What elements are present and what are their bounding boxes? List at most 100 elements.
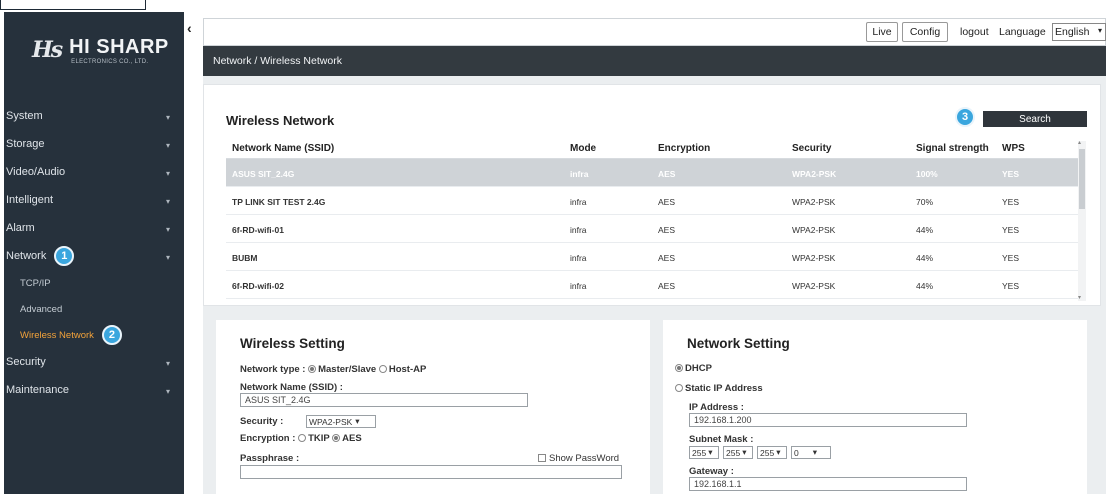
breadcrumb: Network / Wireless Network <box>203 46 1106 76</box>
sidebar-nav: System ▾ Storage ▾ Video/Audio ▾ Intelligen… <box>4 102 184 404</box>
dhcp-radio[interactable] <box>675 364 683 372</box>
table-row[interactable]: 6f-RD-wifi-02 infra AES WPA2-PSK 44% YES <box>226 271 1082 299</box>
security-select[interactable]: WPA2-PSK ▾ <box>306 415 376 428</box>
sidebar-collapse-icon[interactable]: ‹ <box>187 20 192 36</box>
column-header-encryption[interactable]: Encryption <box>658 143 710 154</box>
chevron-down-icon: ▾ <box>1097 26 1102 35</box>
sidebar-subitem-label: TCP/IP <box>20 277 51 289</box>
column-header-signal[interactable]: Signal strength <box>916 143 989 154</box>
language-label: Language <box>999 26 1046 38</box>
sidebar-subitem-label: Advanced <box>20 303 63 315</box>
column-header-mode[interactable]: Mode <box>570 143 596 154</box>
brand-logo: Hs HI SHARP ELECTRONICS CO., LTD. <box>4 12 184 88</box>
subnet-octet-2-select[interactable]: 255 ▾ <box>723 446 753 459</box>
config-button[interactable]: Config <box>902 22 948 42</box>
cell-ssid: 6f-RD-wifi-02 <box>232 281 284 291</box>
cell-mode: infra <box>570 197 587 207</box>
table-row[interactable]: 6f-RD-wifi-01 infra AES WPA2-PSK 44% YES <box>226 215 1082 243</box>
static-ip-radio[interactable] <box>675 384 683 392</box>
network-setting-panel: Network Setting DHCP Static IP Address I… <box>663 320 1087 494</box>
top-bar: Live Config logout Language English ▾ <box>203 18 1106 46</box>
step-badge-3: 3 <box>955 107 975 127</box>
cell-ssid: 6f-RD-wifi-01 <box>232 225 284 235</box>
panel-title: Network Setting <box>687 336 790 351</box>
cell-encryption: AES <box>658 169 676 179</box>
sidebar-item-alarm[interactable]: Alarm ▾ <box>4 214 184 242</box>
sidebar-item-video-audio[interactable]: Video/Audio ▾ <box>4 158 184 186</box>
ip-address-label-text: IP Address : <box>689 402 744 413</box>
table-row[interactable]: TP LINK SIT TEST 2.4G infra AES WPA2-PSK… <box>226 187 1082 215</box>
passphrase-input[interactable] <box>240 465 622 479</box>
sidebar-item-storage[interactable]: Storage ▾ <box>4 130 184 158</box>
aes-radio[interactable] <box>332 434 341 442</box>
sidebar-subitem-label: Wireless Network <box>20 329 94 341</box>
passphrase-label-text: Passphrase : <box>240 453 300 464</box>
panel-title: Wireless Setting <box>240 336 345 351</box>
security-value: WPA2-PSK <box>309 416 353 427</box>
dhcp-label: DHCP <box>685 363 712 374</box>
cell-mode: infra <box>570 169 589 179</box>
column-header-wps[interactable]: WPS <box>1002 143 1025 154</box>
chevron-down-icon: ▾ <box>165 141 170 150</box>
subnet-octet-4-select[interactable]: 0 ▾ <box>791 446 831 459</box>
scroll-down-icon[interactable]: ▾ <box>1078 294 1081 301</box>
live-button[interactable]: Live <box>866 22 898 42</box>
host-ap-radio[interactable] <box>378 365 387 373</box>
column-header-security[interactable]: Security <box>792 143 831 154</box>
ip-address-input[interactable]: 192.168.1.200 <box>689 413 967 427</box>
sidebar-item-security[interactable]: Security ▾ <box>4 348 184 376</box>
search-button[interactable]: Search <box>983 111 1087 127</box>
sidebar-item-maintenance[interactable]: Maintenance ▾ <box>4 376 184 404</box>
cell-encryption: AES <box>658 281 676 291</box>
cell-encryption: AES <box>658 225 676 235</box>
logout-link[interactable]: logout <box>960 26 989 38</box>
language-select[interactable]: English ▾ <box>1052 23 1106 41</box>
show-password-checkbox[interactable] <box>538 454 546 462</box>
subnet-octet-3-select[interactable]: 255 ▾ <box>757 446 787 459</box>
static-ip-row: Static IP Address <box>675 383 763 394</box>
sidebar-item-network[interactable]: Network 1 ▾ <box>4 242 184 270</box>
scroll-up-icon[interactable]: ▴ <box>1078 139 1081 146</box>
master-slave-radio[interactable] <box>308 365 317 373</box>
chevron-down-icon: ▾ <box>812 447 818 457</box>
cell-wps: YES <box>1002 253 1020 263</box>
security-label: Security : <box>240 416 284 427</box>
wireless-network-panel: Wireless Network 3 Search Network Name (… <box>203 84 1101 306</box>
chevron-down-icon: ▾ <box>165 113 170 122</box>
gateway-input[interactable]: 192.168.1.1 <box>689 477 967 491</box>
sidebar-subitem-tcpip[interactable]: TCP/IP <box>4 270 184 296</box>
cell-security: WPA2-PSK <box>792 253 836 263</box>
sidebar: Hs HI SHARP ELECTRONICS CO., LTD. System… <box>4 12 184 494</box>
cell-signal: 70% <box>916 197 934 207</box>
ip-address-label: IP Address : <box>689 402 744 413</box>
sidebar-item-system[interactable]: System ▾ <box>4 102 184 130</box>
master-slave-label: Master/Slave <box>318 364 377 375</box>
gateway-label-text: Gateway : <box>689 466 734 477</box>
table-row[interactable]: BUBM infra AES WPA2-PSK 44% YES <box>226 243 1082 271</box>
passphrase-label: Passphrase : <box>240 453 299 464</box>
brand-subtitle: ELECTRONICS CO., LTD. <box>71 58 149 65</box>
sidebar-subitem-advanced[interactable]: Advanced <box>4 296 184 322</box>
chevron-down-icon: ▾ <box>708 447 713 457</box>
chevron-down-icon: ▾ <box>165 197 170 206</box>
sidebar-item-intelligent[interactable]: Intelligent ▾ <box>4 186 184 214</box>
column-header-ssid[interactable]: Network Name (SSID) <box>232 143 334 154</box>
security-row: Security : <box>240 416 283 427</box>
cell-security: WPA2-PSK <box>792 281 836 291</box>
subnet-octet-1-select[interactable]: 255 ▾ <box>689 446 719 459</box>
sidebar-item-label: Alarm <box>6 222 35 234</box>
sidebar-item-label: Video/Audio <box>6 166 66 178</box>
table-row[interactable]: ASUS SIT_2.4G infra AES WPA2-PSK 100% YE… <box>226 159 1082 187</box>
ssid-input[interactable]: ASUS SIT_2.4G <box>240 393 528 407</box>
scrollbar-thumb[interactable] <box>1079 149 1085 209</box>
cell-mode: infra <box>570 281 587 291</box>
subnet-octet-4-value: 0 <box>794 447 799 458</box>
subnet-mask-label-text: Subnet Mask : <box>689 434 754 445</box>
cell-security: WPA2-PSK <box>792 169 837 179</box>
step-badge-1: 1 <box>54 246 75 266</box>
tkip-radio[interactable] <box>298 434 307 442</box>
sidebar-subitem-wireless-network[interactable]: Wireless Network 2 <box>4 322 184 348</box>
table-header: Network Name (SSID) Mode Encryption Secu… <box>226 139 1082 159</box>
network-list-scrollbar[interactable]: ▴ ▾ <box>1078 139 1086 301</box>
subnet-octet-3-value: 255 <box>760 447 775 458</box>
